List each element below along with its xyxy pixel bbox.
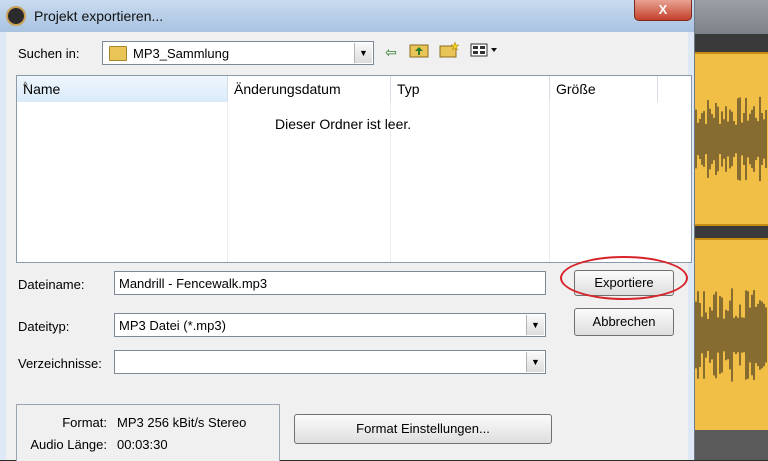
- directories-label: Verzeichnisse:: [18, 356, 102, 371]
- new-folder-icon[interactable]: [438, 41, 460, 62]
- close-button[interactable]: X: [634, 0, 692, 21]
- column-header-size[interactable]: Größe: [550, 76, 658, 102]
- column-header-date[interactable]: Änderungsdatum: [228, 76, 391, 102]
- back-icon[interactable]: ⇦: [380, 42, 402, 62]
- filetype-select[interactable]: MP3 Datei (*.mp3) ▼: [114, 313, 546, 337]
- empty-folder-message: Dieser Ordner ist leer.: [275, 116, 412, 132]
- app-icon: [6, 6, 26, 26]
- up-folder-graphic: [409, 44, 429, 58]
- chevron-down-icon[interactable]: ▼: [526, 315, 544, 335]
- view-menu-icon[interactable]: [468, 42, 502, 62]
- audio-length-label: Audio Länge:: [30, 437, 107, 452]
- column-size-label: Größe: [556, 81, 596, 97]
- lookin-value: MP3_Sammlung: [133, 46, 230, 61]
- waveform-1: [694, 96, 767, 182]
- up-folder-icon[interactable]: [408, 42, 430, 62]
- waveform-2: [694, 288, 767, 382]
- background-status-strip: [694, 430, 768, 460]
- folder-icon: [109, 46, 127, 61]
- audio-track-2[interactable]: [694, 238, 768, 432]
- format-value: MP3 256 kBit/s Stereo: [117, 415, 247, 430]
- cancel-button[interactable]: Abbrechen: [574, 308, 674, 336]
- format-settings-button[interactable]: Format Einstellungen...: [294, 414, 552, 444]
- file-list[interactable]: ^ Name Änderungsdatum Typ Größe Dieser O…: [16, 75, 692, 263]
- filename-value: Mandrill - Fencewalk.mp3: [119, 276, 268, 291]
- lookin-select[interactable]: MP3_Sammlung ▼: [102, 41, 374, 65]
- highlight-ring: [560, 256, 688, 300]
- title-bar: Projekt exportieren... X: [0, 0, 694, 32]
- filename-input[interactable]: Mandrill - Fencewalk.mp3: [114, 271, 546, 295]
- view-menu-graphic: [470, 43, 497, 57]
- format-label: Format:: [62, 415, 107, 430]
- column-date-label: Änderungsdatum: [234, 81, 341, 97]
- filetype-label: Dateityp:: [18, 319, 70, 334]
- filetype-value: MP3 Datei (*.mp3): [119, 318, 226, 333]
- audio-track-1[interactable]: [694, 52, 768, 226]
- export-dialog: Projekt exportieren... X Suchen in: MP3_…: [0, 0, 695, 461]
- column-name-label: Name: [23, 81, 61, 97]
- column-divider: [549, 102, 550, 262]
- new-folder-graphic: [439, 41, 460, 58]
- column-type-label: Typ: [397, 81, 420, 97]
- column-header-name[interactable]: ^ Name: [17, 76, 228, 102]
- column-header-type[interactable]: Typ: [391, 76, 550, 102]
- audio-length-value: 00:03:30: [117, 437, 168, 452]
- chevron-down-icon[interactable]: ▼: [526, 352, 544, 372]
- column-divider: [227, 102, 228, 262]
- format-info-panel: Format: MP3 256 kBit/s Stereo Audio Läng…: [16, 404, 280, 461]
- chevron-down-icon[interactable]: ▼: [354, 43, 372, 63]
- directories-select[interactable]: ▼: [114, 350, 546, 374]
- lookin-label: Suchen in:: [18, 46, 80, 61]
- dialog-body: Suchen in: MP3_Sammlung ▼ ⇦ ^ Name Änder…: [6, 32, 692, 461]
- filename-label: Dateiname:: [18, 277, 85, 292]
- window-title: Projekt exportieren...: [34, 8, 164, 24]
